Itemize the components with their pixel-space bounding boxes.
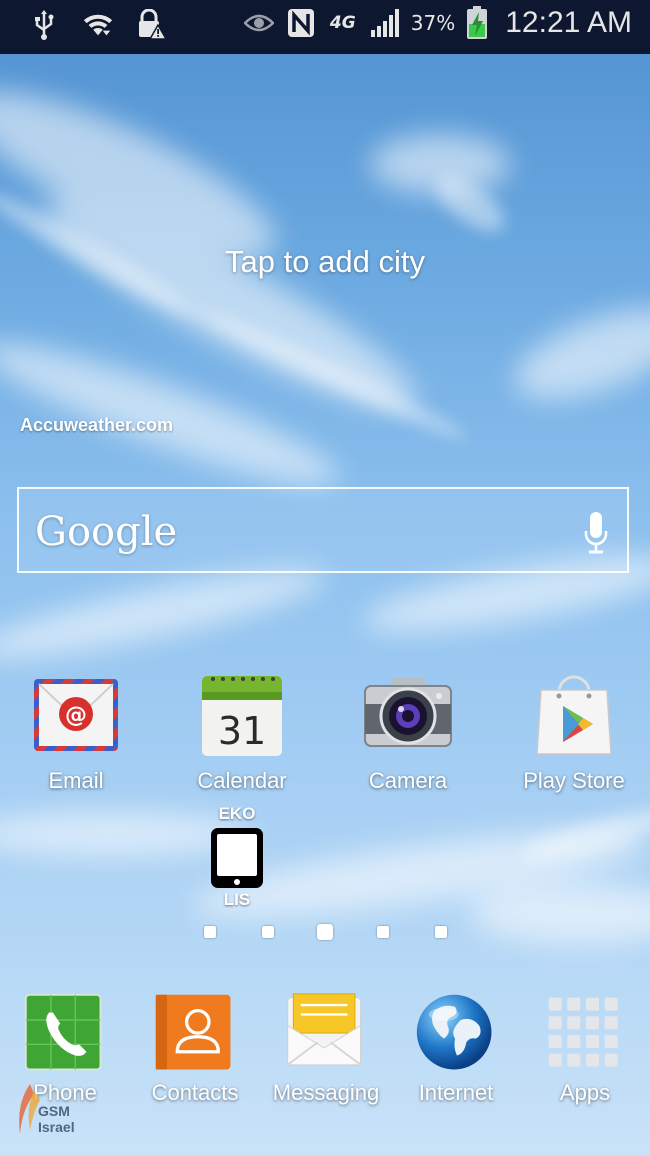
battery-charging-icon: [465, 6, 489, 40]
app-play-store[interactable]: Play Store: [494, 674, 650, 794]
app-label: Apps: [559, 1080, 611, 1105]
page-indicator[interactable]: [0, 924, 650, 944]
eye-icon: [243, 6, 275, 40]
nfc-icon: [285, 6, 317, 40]
eko-lis-shortcut[interactable]: EKO LIS: [200, 804, 274, 910]
network-4g-icon: 4G: [327, 6, 359, 40]
eko-bottom-label: LIS: [223, 890, 251, 909]
page-dot[interactable]: [204, 926, 216, 938]
phone-icon: [24, 993, 102, 1071]
google-search-bar[interactable]: Google: [17, 487, 629, 573]
app-camera[interactable]: Camera: [328, 674, 488, 794]
battery-percent: 37%: [410, 11, 456, 35]
status-left-icons: [28, 8, 168, 42]
email-icon: @: [34, 679, 118, 751]
dock-apps[interactable]: Apps: [505, 992, 650, 1106]
status-right-icons: 4G 37% 12:21 AM: [243, 6, 632, 40]
camera-icon: [364, 678, 452, 747]
apps-grid-icon: [548, 997, 618, 1067]
svg-text:@: @: [65, 703, 87, 728]
google-logo: Google: [35, 509, 178, 555]
play-store-icon: [536, 675, 612, 755]
usb-icon: [28, 8, 60, 42]
page-dot[interactable]: [435, 926, 447, 938]
globe-icon: [416, 994, 492, 1070]
network-type-label: 4G: [329, 13, 356, 33]
app-label: Play Store: [523, 768, 625, 793]
microphone-icon[interactable]: [583, 511, 609, 557]
app-label: Camera: [368, 768, 448, 793]
signal-icon: [369, 6, 401, 40]
status-bar[interactable]: 4G 37% 12:21 AM: [0, 0, 650, 54]
weather-brand-link[interactable]: Accuweather.com: [20, 415, 173, 436]
messaging-icon: [287, 993, 362, 1066]
watermark-line2: Israel: [38, 1119, 75, 1135]
wallpaper-clouds: [0, 91, 650, 944]
app-calendar[interactable]: 31 Calendar: [162, 674, 322, 794]
eko-top-label: EKO: [218, 804, 256, 823]
wifi-icon: [82, 8, 114, 42]
page-dot-active[interactable]: [317, 924, 333, 940]
app-label: Calendar: [197, 768, 287, 793]
clock: 12:21 AM: [505, 6, 632, 39]
watermark-line1: GSM: [38, 1103, 70, 1119]
app-label: Email: [48, 768, 104, 793]
tablet-icon: [211, 828, 263, 888]
calendar-icon: 31: [202, 676, 282, 756]
watermark-text: GSM Israel: [38, 1103, 75, 1135]
lock-warning-icon: [136, 8, 168, 42]
page-dot[interactable]: [377, 926, 389, 938]
contacts-icon: [155, 994, 231, 1070]
page-dot[interactable]: [262, 926, 274, 938]
weather-add-city[interactable]: Tap to add city: [0, 244, 650, 280]
app-email[interactable]: @ Email: [0, 674, 156, 794]
calendar-day: 31: [218, 709, 266, 753]
